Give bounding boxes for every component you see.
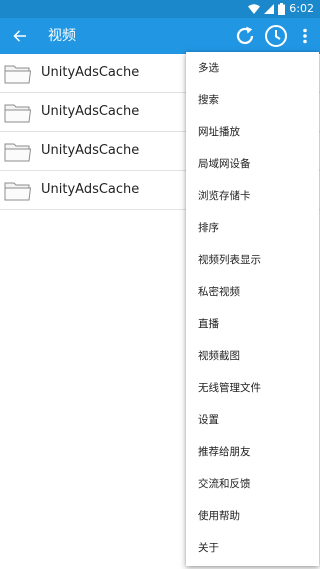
menu-item-lan-devices[interactable]: 局域网设备 — [186, 148, 319, 180]
wifi-icon — [248, 4, 261, 14]
menu-item-help[interactable]: 使用帮助 — [186, 500, 319, 532]
menu-item-about[interactable]: 关于 — [186, 532, 319, 564]
menu-item-settings[interactable]: 设置 — [186, 404, 319, 436]
menu-item-feedback[interactable]: 交流和反馈 — [186, 468, 319, 500]
file-name: UnityAdsCache — [41, 182, 140, 197]
history-clock-icon[interactable] — [263, 23, 289, 49]
menu-item-multi-select[interactable]: 多选 — [186, 52, 319, 84]
status-bar: 6:02 — [0, 0, 320, 18]
menu-item-live[interactable]: 直播 — [186, 308, 319, 340]
overflow-menu: 多选 搜索 网址播放 局域网设备 浏览存储卡 排序 视频列表显示 私密视频 直播… — [186, 52, 319, 566]
screen: 6:02 视频 UnityAdsCache UnityAdsCache Unit… — [0, 0, 320, 569]
app-bar: 视频 — [0, 18, 320, 54]
menu-item-private-videos[interactable]: 私密视频 — [186, 276, 319, 308]
menu-item-wireless-files[interactable]: 无线管理文件 — [186, 372, 319, 404]
back-arrow-icon[interactable] — [10, 26, 30, 46]
file-name: UnityAdsCache — [41, 104, 140, 119]
menu-item-browse-storage[interactable]: 浏览存储卡 — [186, 180, 319, 212]
menu-item-recommend[interactable]: 推荐给朋友 — [186, 436, 319, 468]
menu-item-search[interactable]: 搜索 — [186, 84, 319, 116]
menu-item-screenshots[interactable]: 视频截图 — [186, 340, 319, 372]
status-time: 6:02 — [289, 2, 314, 15]
file-name: UnityAdsCache — [41, 65, 140, 80]
folder-icon — [4, 182, 32, 201]
folder-icon — [4, 104, 32, 123]
folder-icon — [4, 65, 32, 84]
menu-item-url-play[interactable]: 网址播放 — [186, 116, 319, 148]
battery-icon — [278, 3, 286, 15]
menu-item-sort[interactable]: 排序 — [186, 212, 319, 244]
menu-item-list-display[interactable]: 视频列表显示 — [186, 244, 319, 276]
signal-icon — [264, 4, 275, 14]
page-title: 视频 — [48, 28, 76, 44]
folder-icon — [4, 143, 32, 162]
more-vert-icon[interactable] — [298, 24, 312, 48]
file-name: UnityAdsCache — [41, 143, 140, 158]
refresh-icon[interactable] — [233, 24, 257, 48]
status-icons: 6:02 — [248, 2, 314, 16]
